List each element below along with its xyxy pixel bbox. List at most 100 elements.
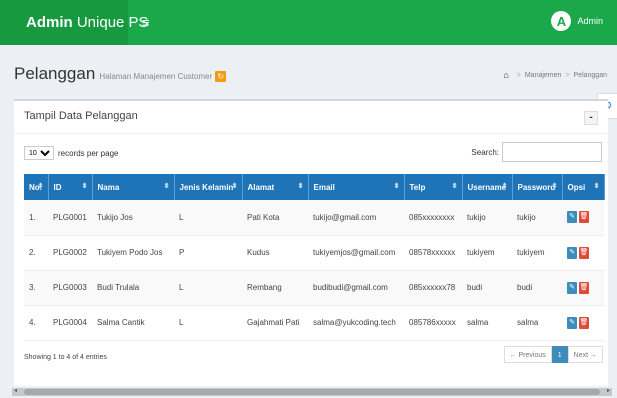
column-header[interactable]: Email ⬍: [308, 174, 405, 200]
table-cell: tukiyem: [462, 235, 512, 271]
table-cell: budi: [462, 270, 512, 306]
app-logo[interactable]: Admin Unique PS: [0, 0, 149, 45]
sort-icon[interactable]: ⬍: [594, 182, 600, 190]
column-header[interactable]: ID ⬍: [48, 174, 93, 200]
pagination: ← Previous 1 Next →: [503, 346, 603, 363]
column-header[interactable]: Nama ⬍: [92, 174, 175, 200]
menu-toggle-icon[interactable]: ≡: [142, 15, 150, 30]
refresh-icon[interactable]: ↻: [215, 71, 227, 82]
table-cell: L: [174, 305, 242, 341]
edit-icon[interactable]: ✎: [567, 246, 577, 259]
sort-icon[interactable]: ⬍: [164, 182, 170, 190]
records-per-page: 10 records per page: [24, 146, 118, 160]
trash-icon[interactable]: 🗑: [579, 281, 589, 294]
column-header-label: ID: [53, 182, 62, 192]
sort-icon[interactable]: ⬍: [502, 182, 508, 190]
table-cell: budibudi@gmail.com: [308, 270, 404, 306]
table-cell: Pati Kota: [242, 200, 308, 236]
breadcrumb: ⌂ > Manajemen > Pelanggan: [503, 70, 607, 80]
column-header-label: Telp: [409, 182, 426, 192]
column-header-label: Opsi: [567, 182, 586, 192]
trash-icon[interactable]: 🗑: [579, 316, 589, 329]
column-header-label: Alamat: [247, 182, 275, 192]
next-page-button[interactable]: Next →: [567, 346, 603, 363]
table-cell-actions: ✎ 🗑: [562, 270, 604, 306]
table-cell: PLG0001: [48, 200, 92, 236]
table-cell-actions: ✎ 🗑: [562, 200, 604, 236]
table-cell: budi: [512, 270, 562, 306]
previous-page-button[interactable]: ← Previous: [503, 346, 552, 363]
column-header[interactable]: Password ⬍: [512, 174, 563, 200]
column-header[interactable]: Telp ⬍: [404, 174, 463, 200]
table-cell-actions: ✎ 🗑: [562, 235, 604, 271]
page-title: Pelanggan: [14, 64, 96, 83]
table-cell: PLG0004: [48, 305, 92, 341]
table-cell: tukijo@gmail.com: [308, 200, 404, 236]
sort-icon[interactable]: ⬍: [394, 182, 400, 190]
breadcrumb-item-manajemen[interactable]: Manajemen: [525, 72, 562, 79]
search-group: Search:: [471, 142, 602, 162]
column-header[interactable]: Username ⬍: [462, 174, 513, 200]
user-menu[interactable]: A Admin: [551, 11, 603, 31]
data-box: Tampil Data Pelanggan - 10 records per p…: [14, 99, 608, 386]
table-row: 1. PLG0001 Tukijo Jos L Pati Kota tukijo@gmai…: [24, 200, 604, 236]
table-cell: 1.: [24, 200, 48, 236]
column-header[interactable]: Opsi ⬍: [562, 174, 605, 200]
page-header: Pelanggan Halaman Manajemen Customer ↻: [14, 64, 227, 84]
trash-icon[interactable]: 🗑: [579, 246, 589, 259]
table-cell: Tukijo Jos: [92, 200, 174, 236]
collapse-button[interactable]: -: [584, 111, 598, 125]
table-cell: tukijo: [462, 200, 512, 236]
table-cell: P: [174, 235, 242, 271]
table-cell: Gajahmati Pati: [242, 305, 308, 341]
edit-icon[interactable]: ✎: [567, 211, 577, 224]
column-header[interactable]: Alamat ⬍: [242, 174, 309, 200]
column-header-label: Password: [517, 182, 556, 192]
table-cell: salma@yukcoding.tech: [308, 305, 404, 341]
customer-table: No. ⬍ ID ⬍ Nama ⬍ Jenis Kelamin ⬍ Alamat ⬍ Email ⬍ T…: [24, 174, 605, 341]
sort-icon[interactable]: ⬍: [38, 182, 44, 190]
column-header[interactable]: Jenis Kelamin ⬍: [174, 174, 243, 200]
home-icon[interactable]: ⌂: [503, 70, 508, 80]
page-1-button[interactable]: 1: [551, 346, 568, 363]
records-per-page-select[interactable]: 10: [24, 146, 54, 160]
sort-icon[interactable]: ⬍: [82, 182, 88, 190]
breadcrumb-separator: >: [516, 71, 521, 79]
search-input[interactable]: [502, 142, 602, 162]
table-cell: PLG0003: [48, 270, 92, 306]
scrollbar-thumb[interactable]: [24, 389, 600, 395]
column-header[interactable]: No. ⬍: [24, 174, 49, 200]
table-cell: tukiyem: [512, 235, 562, 271]
table-cell: Tukiyem Podo Jos: [92, 235, 174, 271]
table-cell: salma: [512, 305, 562, 341]
table-cell: Kudus: [242, 235, 308, 271]
column-header-label: Jenis Kelamin: [179, 182, 234, 192]
table-cell: 3.: [24, 270, 48, 306]
box-divider: [14, 133, 608, 134]
column-header-label: Nama: [97, 182, 120, 192]
table-cell: 2.: [24, 235, 48, 271]
edit-icon[interactable]: ✎: [567, 281, 577, 294]
sort-icon[interactable]: ⬍: [552, 182, 558, 190]
table-cell: 4.: [24, 305, 48, 341]
table-cell: 085786xxxxx: [404, 305, 462, 341]
table-row: 4. PLG0004 Salma Cantik L Gajahmati Pati salm…: [24, 305, 604, 341]
column-header-label: Email: [313, 182, 335, 192]
sort-icon[interactable]: ⬍: [452, 182, 458, 190]
top-navbar: Admin Unique PS ≡ A Admin: [0, 0, 617, 45]
horizontal-scrollbar[interactable]: ◂ ▸: [12, 388, 612, 396]
sort-icon[interactable]: ⬍: [232, 182, 238, 190]
table-cell: 085xxxxxxxx: [404, 200, 462, 236]
edit-icon[interactable]: ✎: [567, 316, 577, 329]
table-cell: PLG0002: [48, 235, 92, 271]
sort-icon[interactable]: ⬍: [298, 182, 304, 190]
page-subtitle: Halaman Manajemen Customer: [99, 72, 213, 81]
breadcrumb-item-pelanggan: Pelanggan: [573, 71, 607, 79]
trash-icon[interactable]: 🗑: [579, 211, 589, 224]
table-cell: Budi Trulala: [92, 270, 174, 306]
table-cell: L: [174, 270, 242, 306]
entries-info: Showing 1 to 4 of 4 entries: [24, 354, 107, 361]
scroll-right-icon[interactable]: ▸: [607, 387, 610, 394]
scroll-left-icon[interactable]: ◂: [14, 387, 17, 394]
table-cell: tukiyemjos@gmail.com: [308, 235, 404, 271]
